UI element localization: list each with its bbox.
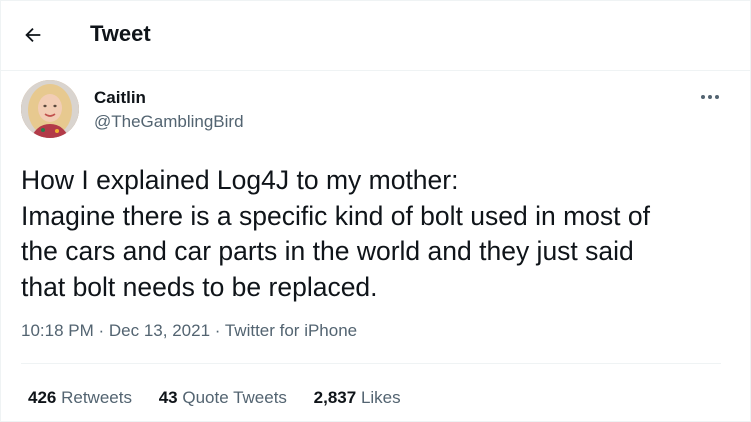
author-handle[interactable]: @TheGamblingBird [94, 112, 244, 132]
back-button[interactable] [18, 20, 48, 50]
avatar[interactable] [21, 80, 79, 138]
author-name[interactable]: Caitlin [94, 88, 146, 108]
arrow-left-icon [25, 27, 41, 43]
more-horizontal-icon [701, 95, 719, 99]
quote-tweets-count: 43 [158, 388, 183, 407]
engagement-stats: 426 Retweets 43 Quote Tweets 2,837 Likes [28, 387, 423, 409]
quote-tweets-stat[interactable]: 43 Quote Tweets [159, 387, 287, 409]
divider [21, 363, 721, 364]
quote-tweets-label: Quote Tweets [182, 388, 287, 407]
likes-count: 2,837 [313, 388, 361, 407]
tweet-time[interactable]: 10:18 PM [21, 321, 94, 340]
more-options-button[interactable] [695, 86, 725, 108]
tweet-date[interactable]: Dec 13, 2021 [109, 321, 210, 340]
tweet-line: Imagine there is a specific kind of bolt… [21, 200, 650, 231]
likes-label: Likes [360, 388, 401, 407]
tweet-line: the cars and car parts in the world and … [21, 236, 634, 266]
tweet-metadata: 10:18 PM · Dec 13, 2021 · Twitter for iP… [21, 320, 357, 342]
retweets-stat[interactable]: 426 Retweets [28, 387, 132, 409]
page-header: Tweet [0, 0, 751, 71]
likes-stat[interactable]: 2,837 Likes [314, 387, 401, 409]
meta-separator: · [214, 321, 225, 340]
tweet-line: How I explained Log4J to my mother: [21, 165, 459, 195]
page-title: Tweet [90, 21, 151, 46]
tweet-text: How I explained Log4J to my mother: Imag… [21, 163, 731, 305]
tweet-line: that bolt needs to be replaced. [21, 271, 378, 302]
avatar-image [21, 80, 79, 138]
retweets-label: Retweets [61, 388, 132, 407]
tweet-source[interactable]: Twitter for iPhone [225, 321, 357, 340]
meta-separator: · [98, 321, 109, 340]
retweets-count: 426 [28, 388, 62, 407]
